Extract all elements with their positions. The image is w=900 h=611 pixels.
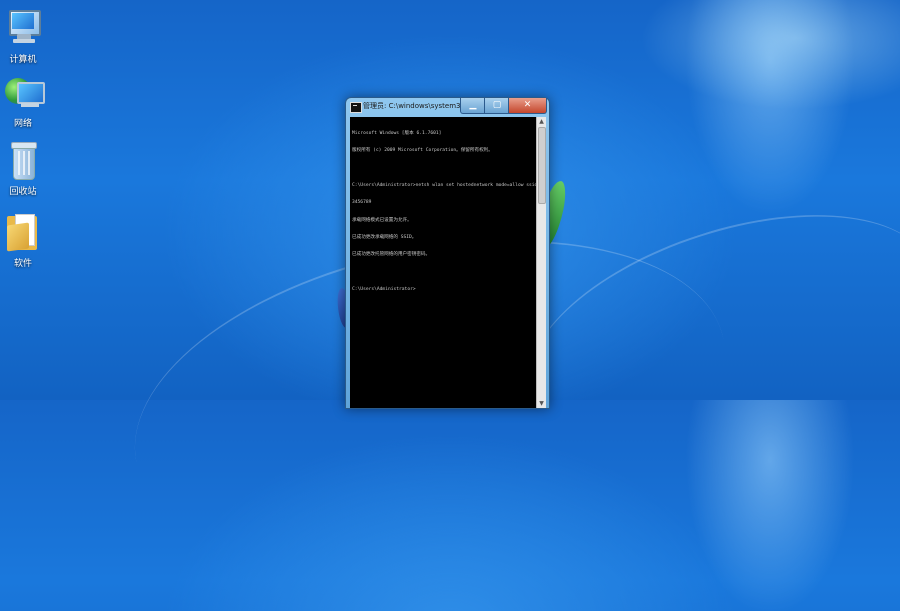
desktop-icon-label: 回收站: [9, 187, 37, 197]
scroll-thumb[interactable]: [538, 127, 546, 204]
desktop-icon-recycle-bin[interactable]: 回收站: [0, 140, 53, 197]
cmd-titlebar[interactable]: 管理员: C:\windows\system32\cmd.exe ▁ ▢ ✕: [346, 98, 549, 116]
cmd-app-icon: [350, 102, 362, 113]
desktop-icon-network[interactable]: 网络: [0, 72, 53, 129]
console-line: 承载网络模式已设置为允许。: [352, 217, 412, 223]
console-line: C:\Users\Administrator>: [352, 287, 416, 293]
desktop-icon-label: 网络: [13, 119, 32, 129]
cmd-window[interactable]: 管理员: C:\windows\system32\cmd.exe ▁ ▢ ✕ M…: [345, 97, 550, 409]
cmd-window-title: 管理员: C:\windows\system32\cmd.exe: [363, 102, 463, 110]
wallpaper-glow: [640, 0, 900, 110]
recycle-bin-icon: [3, 140, 43, 180]
scroll-down-arrow-icon[interactable]: ▼: [537, 399, 546, 408]
desktop-icon-software-folder[interactable]: 软件: [0, 212, 53, 269]
minimize-button[interactable]: ▁: [460, 98, 486, 114]
console-output[interactable]: Microsoft Windows [版本 6.1.7601] 版权所有 (c)…: [350, 117, 536, 408]
console-line: 已成功更改托管网络的用户密钥密码。: [352, 252, 431, 258]
network-icon: [3, 72, 45, 112]
console-line: 3456789: [352, 200, 372, 206]
console-line: 版权所有 (c) 2009 Microsoft Corporation。保留所有…: [352, 147, 493, 153]
desktop-icon-computer[interactable]: 计算机: [0, 8, 53, 65]
desktop-icon-label: 计算机: [9, 55, 37, 65]
console-line: 已成功更改承载网络的 SSID。: [352, 234, 417, 240]
console-line: Microsoft Windows [版本 6.1.7601]: [352, 130, 442, 136]
desktop-icon-label: 软件: [13, 259, 32, 269]
maximize-button[interactable]: ▢: [484, 98, 510, 114]
folder-icon: [3, 212, 43, 252]
vertical-scrollbar[interactable]: ▲ ▼: [536, 117, 546, 408]
scroll-up-arrow-icon[interactable]: ▲: [537, 117, 546, 126]
close-button[interactable]: ✕: [508, 98, 547, 114]
desktop: 计算机 网络 回收站 软件 管理员: C:\windows\system32\c…: [0, 0, 900, 611]
console-line: C:\Users\Administrator>netsh wlan set ho…: [352, 182, 536, 188]
computer-icon: [3, 8, 43, 48]
